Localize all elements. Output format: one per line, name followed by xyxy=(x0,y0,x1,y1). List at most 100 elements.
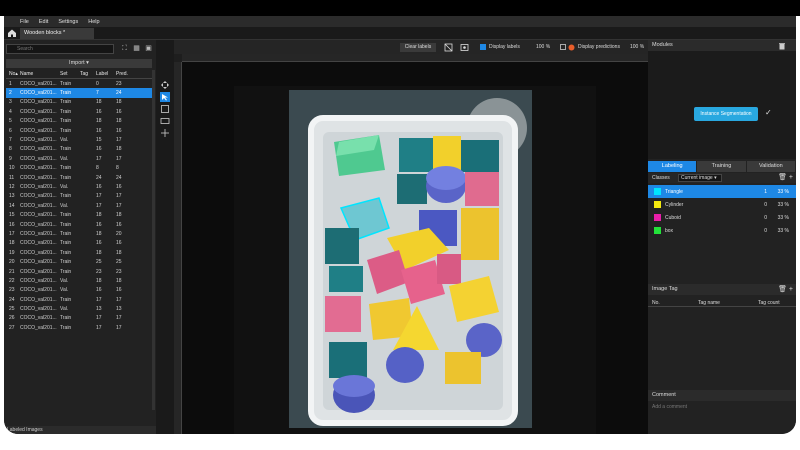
delete-class-icon[interactable]: 🗑 xyxy=(778,174,787,181)
cell-label: 17 xyxy=(96,155,102,162)
table-row[interactable]: 8 COCO_val201... Train 16 18 xyxy=(6,145,152,154)
cell-no: 21 xyxy=(9,268,15,275)
cell-label: 16 xyxy=(96,127,102,134)
table-row[interactable]: 13 COCO_val201... Train 17 17 xyxy=(6,192,152,201)
col-label[interactable]: Label xyxy=(96,71,116,77)
save-icon[interactable]: ▣ xyxy=(144,44,153,53)
class-row[interactable]: Cuboid 0 33 % xyxy=(648,211,796,224)
instance-segmentation-module[interactable]: Instance Segmentation xyxy=(694,107,758,121)
table-row[interactable]: 21 COCO_val201... Train 23 23 xyxy=(6,267,152,276)
add-class-icon[interactable]: + xyxy=(789,174,793,181)
table-row[interactable]: 11 COCO_val201... Train 24 24 xyxy=(6,173,152,182)
table-row[interactable]: 9 COCO_val201... Val. 17 17 xyxy=(6,154,152,163)
wooden-blocks-image[interactable] xyxy=(289,90,532,428)
rect-tool-icon[interactable] xyxy=(160,104,170,114)
col-pred[interactable]: Pred. xyxy=(116,71,136,77)
grid-view-icon[interactable]: ▦ xyxy=(132,44,141,53)
cell-name: COCO_val201... xyxy=(20,108,57,115)
image-viewport[interactable] xyxy=(182,62,648,434)
tab-validation[interactable]: Validation xyxy=(746,161,795,172)
filter-icon[interactable]: ⛶ xyxy=(120,44,129,53)
fit-view-icon[interactable] xyxy=(444,43,453,52)
table-row[interactable]: 27 COCO_val201... Train 17 17 xyxy=(6,323,152,332)
class-row[interactable]: Triangle 1 33 % xyxy=(648,185,796,198)
cell-label: 16 xyxy=(96,146,102,153)
comment-header: Comment xyxy=(648,390,796,401)
cell-label: 24 xyxy=(96,174,102,181)
labeled-images-footer[interactable]: Labeled Images xyxy=(4,426,156,434)
table-row[interactable]: 15 COCO_val201... Train 18 18 xyxy=(6,210,152,219)
table-row[interactable]: 14 COCO_val201... Val. 17 17 xyxy=(6,201,152,210)
tab-training[interactable]: Training xyxy=(697,161,746,172)
col-no[interactable]: No▴ xyxy=(6,71,20,77)
add-tag-icon[interactable]: + xyxy=(789,286,793,293)
menu-settings[interactable]: Settings xyxy=(58,19,78,25)
col-set[interactable]: Set xyxy=(60,71,80,77)
col-tag-count: Tag count xyxy=(758,300,780,306)
table-row[interactable]: 17 COCO_val201... Train 18 20 xyxy=(6,229,152,238)
delete-tag-icon[interactable]: 🗑 xyxy=(778,286,787,293)
table-row[interactable]: 25 COCO_val201... Val. 13 13 xyxy=(6,304,152,313)
top-black-bar xyxy=(0,0,800,16)
home-icon[interactable] xyxy=(7,28,17,38)
cell-no: 25 xyxy=(9,306,15,313)
display-labels-checkbox[interactable] xyxy=(480,44,486,50)
table-row[interactable]: 19 COCO_val201... Train 18 18 xyxy=(6,248,152,257)
cell-pred: 17 xyxy=(116,296,122,303)
table-row[interactable]: 4 COCO_val201... Train 16 16 xyxy=(6,107,152,116)
menu-edit[interactable]: Edit xyxy=(39,19,48,25)
tab-wooden-blocks[interactable]: Wooden blocks * xyxy=(20,28,94,39)
col-tag[interactable]: Tag xyxy=(80,71,96,77)
cell-pred: 18 xyxy=(116,146,122,153)
current-image-select[interactable]: Current image ▾ xyxy=(678,174,722,182)
table-row[interactable]: 26 COCO_val201... Train 17 17 xyxy=(6,314,152,323)
col-name[interactable]: Name xyxy=(20,71,60,77)
table-row[interactable]: 7 COCO_val201... Val. 15 17 xyxy=(6,135,152,144)
select-tool-icon[interactable] xyxy=(160,92,170,102)
table-row[interactable]: 10 COCO_val201... Train 8 8 xyxy=(6,164,152,173)
cell-no: 9 xyxy=(9,155,12,162)
cell-set: Train xyxy=(60,108,72,115)
display-labels-percent[interactable]: 100 % xyxy=(536,44,550,50)
comment-input[interactable]: Add a comment xyxy=(652,404,687,410)
clear-labels-button[interactable]: Clear labels xyxy=(400,43,436,52)
menu-help[interactable]: Help xyxy=(88,19,99,25)
table-row[interactable]: 3 COCO_val201... Train 18 18 xyxy=(6,98,152,107)
display-predictions-checkbox[interactable] xyxy=(560,44,566,50)
table-row[interactable]: 1 COCO_val201... Train 0 23 xyxy=(6,79,152,88)
class-row[interactable]: Cylinder 0 33 % xyxy=(648,198,796,211)
cell-name: COCO_val201... xyxy=(20,183,57,190)
class-color-swatch[interactable] xyxy=(654,214,661,221)
search-input[interactable]: Search xyxy=(6,44,114,54)
menu-file[interactable]: File xyxy=(20,19,29,25)
trash-icon[interactable] xyxy=(778,42,786,50)
cell-set: Val. xyxy=(60,306,69,313)
list-scrollbar[interactable] xyxy=(152,70,155,410)
class-color-swatch[interactable] xyxy=(654,188,661,195)
class-color-swatch[interactable] xyxy=(654,227,661,234)
table-row[interactable]: 20 COCO_val201... Train 25 25 xyxy=(6,257,152,266)
display-predictions-percent[interactable]: 100 % xyxy=(630,44,644,50)
cell-name: COCO_val201... xyxy=(20,268,57,275)
table-row[interactable]: 6 COCO_val201... Train 16 16 xyxy=(6,126,152,135)
table-row[interactable]: 24 COCO_val201... Train 17 17 xyxy=(6,295,152,304)
table-row[interactable]: 2 COCO_val201... Train 7 24 xyxy=(6,88,152,98)
polygon-tool-icon[interactable] xyxy=(160,116,170,126)
tab-strip: Wooden blocks * xyxy=(4,27,796,40)
table-row[interactable]: 5 COCO_val201... Train 18 18 xyxy=(6,117,152,126)
cell-pred: 17 xyxy=(116,155,122,162)
image-settings-icon[interactable] xyxy=(460,43,469,52)
table-row[interactable]: 16 COCO_val201... Train 16 16 xyxy=(6,220,152,229)
table-row[interactable]: 22 COCO_val201... Val. 18 18 xyxy=(6,276,152,285)
table-row[interactable]: 12 COCO_val201... Val. 16 16 xyxy=(6,182,152,191)
move-tool-icon[interactable] xyxy=(160,128,170,138)
cell-set: Train xyxy=(60,268,72,275)
class-row[interactable]: box 0 33 % xyxy=(648,224,796,237)
table-row[interactable]: 23 COCO_val201... Val. 16 16 xyxy=(6,286,152,295)
import-button[interactable]: Import ▾ xyxy=(6,59,152,68)
table-row[interactable]: 18 COCO_val201... Train 16 16 xyxy=(6,239,152,248)
pan-icon[interactable] xyxy=(160,80,170,90)
tab-labeling[interactable]: Labeling xyxy=(648,161,697,172)
class-color-swatch[interactable] xyxy=(654,201,661,208)
cell-pred: 8 xyxy=(116,165,119,172)
